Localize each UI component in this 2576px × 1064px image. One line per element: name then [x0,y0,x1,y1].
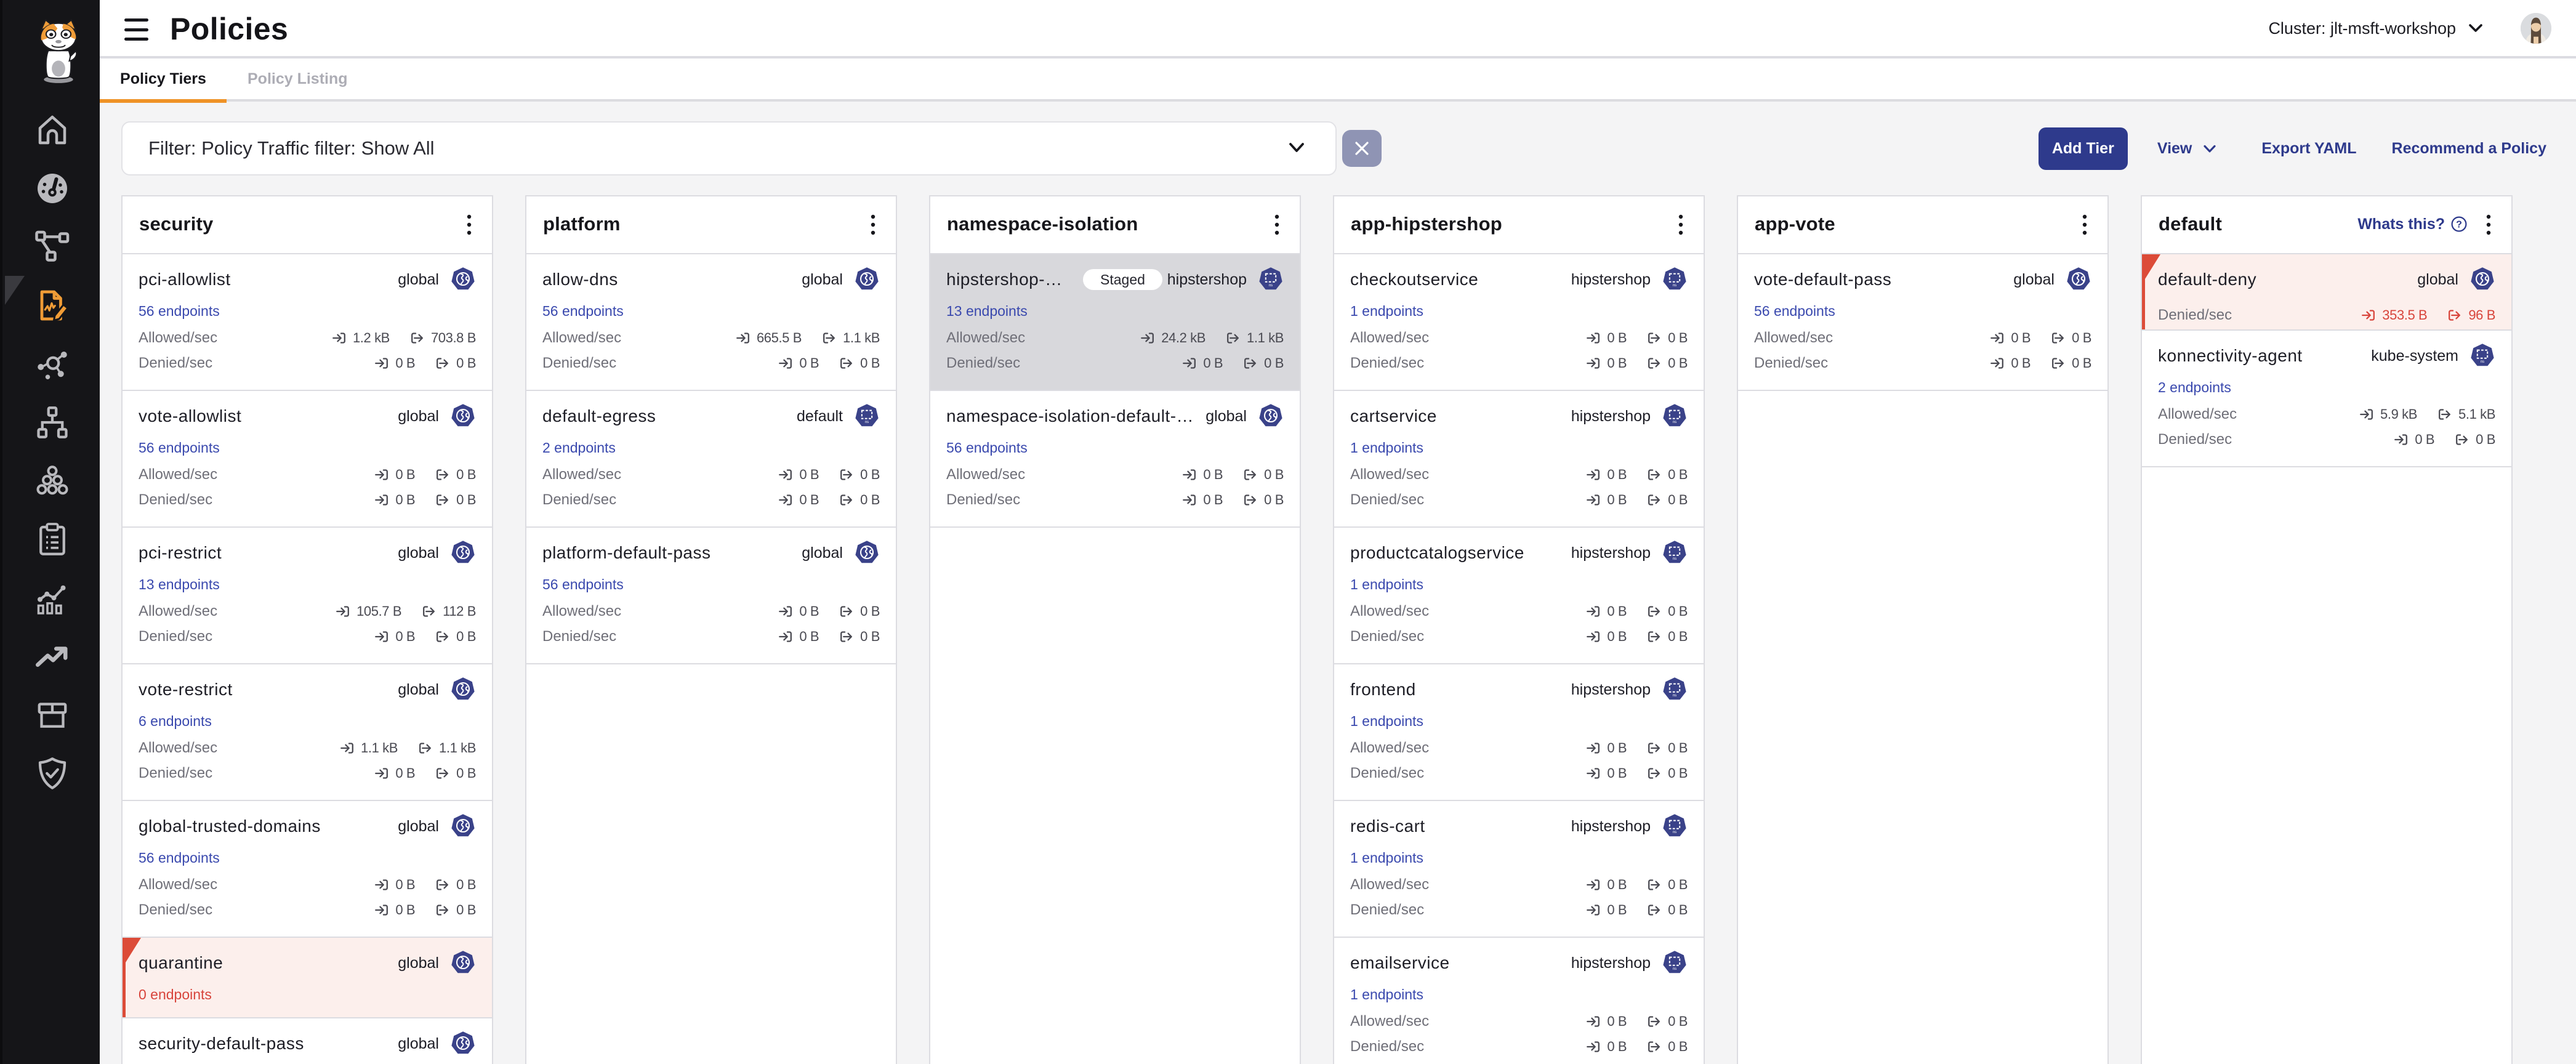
svg-text:ns: ns [2481,360,2484,364]
svg-text:ns: ns [865,421,869,424]
svg-text:?: ? [2456,220,2462,230]
svg-text:ns: ns [1673,831,1676,834]
svg-text:ns: ns [1673,421,1676,424]
svg-text:ns: ns [1269,284,1273,288]
svg-text:ns: ns [1673,967,1676,971]
svg-text:ns: ns [1673,694,1676,698]
svg-text:ns: ns [1673,284,1676,288]
svg-text:ns: ns [1673,557,1676,561]
